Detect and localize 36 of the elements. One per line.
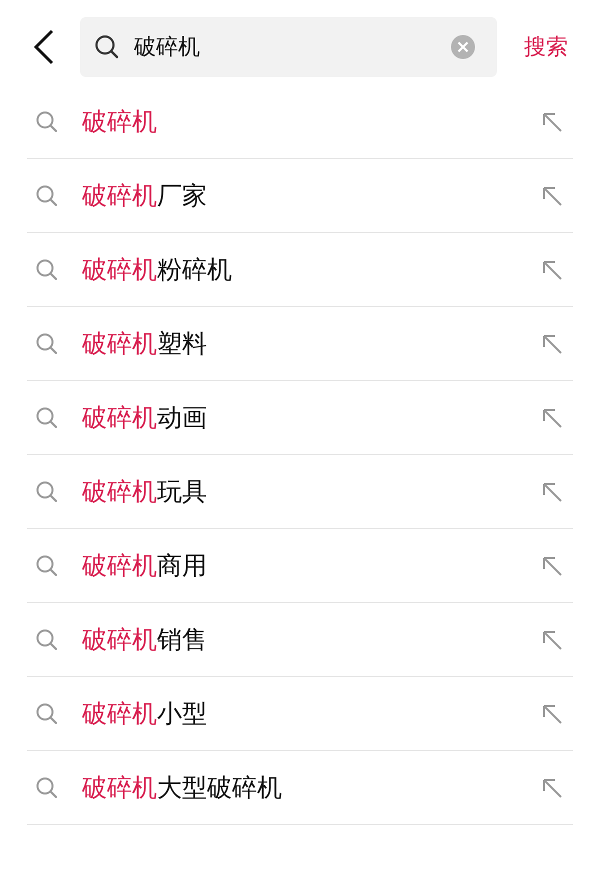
search-icon — [35, 406, 59, 430]
search-icon — [35, 554, 59, 578]
fill-arrow-icon[interactable] — [541, 110, 563, 132]
search-icon — [35, 702, 59, 726]
suggestion-item[interactable]: 破碎机大型破碎机 — [82, 771, 541, 804]
search-icon — [35, 184, 59, 208]
search-field[interactable]: 破碎机 — [80, 17, 497, 77]
fill-arrow-icon[interactable] — [541, 184, 563, 206]
clear-icon[interactable] — [451, 35, 475, 59]
fill-arrow-icon[interactable] — [541, 480, 563, 502]
search-icon — [35, 776, 59, 800]
search-icon — [35, 332, 59, 356]
suggestion-item[interactable]: 破碎机厂家 — [82, 179, 541, 212]
suggestion-item[interactable]: 破碎机 — [82, 105, 541, 138]
back-icon[interactable] — [32, 28, 56, 66]
suggestion-item[interactable]: 破碎机塑料 — [82, 327, 541, 360]
search-icon — [35, 110, 59, 134]
suggestion-item[interactable]: 破碎机玩具 — [82, 475, 541, 508]
fill-arrow-icon[interactable] — [541, 628, 563, 650]
fill-arrow-icon[interactable] — [541, 776, 563, 798]
search-icon — [35, 628, 59, 652]
suggestion-item[interactable]: 破碎机销售 — [82, 623, 541, 656]
fill-arrow-icon[interactable] — [541, 406, 563, 428]
fill-arrow-icon[interactable] — [541, 258, 563, 280]
fill-arrow-icon[interactable] — [541, 702, 563, 724]
search-input-text: 破碎机 — [134, 34, 201, 62]
fill-arrow-icon[interactable] — [541, 554, 563, 576]
search-icon — [35, 258, 59, 282]
suggestion-item[interactable]: 破碎机小型 — [82, 697, 541, 730]
suggestion-item[interactable]: 破碎机动画 — [82, 401, 541, 434]
search-icon — [94, 34, 120, 60]
search-icon — [35, 480, 59, 504]
fill-arrow-icon[interactable] — [541, 332, 563, 354]
suggestion-item[interactable]: 破碎机粉碎机 — [82, 253, 541, 286]
suggestion-item[interactable]: 破碎机商用 — [82, 549, 541, 582]
search-button[interactable]: 搜索 — [524, 32, 568, 62]
